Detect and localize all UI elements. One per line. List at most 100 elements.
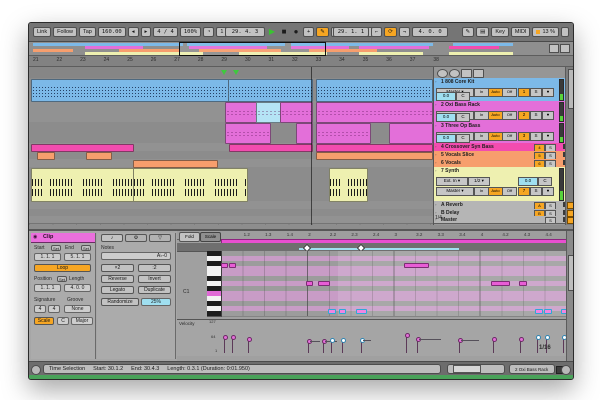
key-map-button[interactable]: Key bbox=[491, 27, 508, 37]
track-fold-icon[interactable]: ◦ bbox=[435, 202, 436, 207]
vertical-scrollbar[interactable] bbox=[568, 69, 574, 109]
loop-length-field[interactable]: 4. 0. 0 bbox=[412, 27, 448, 37]
clip-groove-select[interactable]: None bbox=[64, 305, 91, 313]
clip-end-set-button[interactable]: Set bbox=[81, 245, 91, 251]
track-header[interactable]: ◦MasterS bbox=[434, 216, 566, 224]
arrangement-clip[interactable] bbox=[31, 144, 134, 152]
clip-activator-icon[interactable]: ◉ bbox=[33, 234, 37, 240]
monitor-in-button[interactable]: In bbox=[474, 187, 489, 196]
track-volume-display[interactable]: 0.0 bbox=[436, 92, 456, 101]
clip-scale-toggle[interactable]: Scale bbox=[34, 317, 54, 325]
info-view-toggle[interactable] bbox=[31, 365, 41, 375]
locator-marker[interactable] bbox=[221, 70, 227, 75]
monitor-in-button[interactable]: In bbox=[474, 132, 489, 141]
velocity-head[interactable] bbox=[519, 337, 524, 342]
scale-fold-button[interactable]: Scale bbox=[200, 232, 221, 242]
monitor-auto-button[interactable]: Auto bbox=[488, 187, 503, 196]
track-volume-field[interactable]: 0.0 bbox=[518, 177, 538, 186]
send-control[interactable] bbox=[567, 217, 574, 224]
arm-button[interactable]: ● bbox=[542, 111, 554, 120]
reverse-button[interactable]: Reverse bbox=[101, 275, 134, 283]
velocity-head[interactable] bbox=[223, 335, 228, 340]
midi-note[interactable] bbox=[229, 263, 236, 268]
fold-button[interactable]: Fold bbox=[179, 232, 200, 242]
midi-note[interactable] bbox=[535, 309, 543, 314]
velocity-ramp-line[interactable] bbox=[363, 340, 371, 341]
draw-mode-button[interactable]: ✎ bbox=[462, 27, 475, 37]
clip-loop-toggle[interactable]: Loop bbox=[34, 264, 91, 272]
clip-scale-root-select[interactable]: C bbox=[57, 317, 69, 325]
clip-length-value[interactable]: 4. 0. 0 bbox=[64, 284, 91, 292]
punch-in-button[interactable]: ⌐ bbox=[371, 27, 382, 37]
midi-note[interactable] bbox=[318, 281, 330, 286]
track-fold-icon[interactable]: ◦ bbox=[435, 102, 436, 107]
mixer-toggle[interactable] bbox=[473, 69, 484, 78]
tab-notes[interactable]: ♪ bbox=[101, 234, 123, 242]
midi-note[interactable] bbox=[544, 309, 552, 314]
track-pan-display[interactable]: C bbox=[456, 134, 470, 143]
arrangement-clip[interactable] bbox=[228, 79, 313, 102]
arrangement-clip-area[interactable] bbox=[29, 67, 433, 225]
track-channel-select[interactable]: 1/2 ▾ bbox=[468, 177, 490, 186]
track-activator-button[interactable]: 7 bbox=[518, 187, 530, 196]
arrangement-clip[interactable] bbox=[316, 79, 433, 102]
clip-start-value[interactable]: 1. 1. 1 bbox=[34, 253, 61, 261]
monitor-in-button[interactable]: In bbox=[474, 88, 489, 97]
velocity-ramp-line[interactable] bbox=[310, 341, 320, 342]
loop-button[interactable]: ⟳ bbox=[384, 27, 397, 37]
velocity-head[interactable] bbox=[545, 335, 550, 340]
monitor-auto-button[interactable]: Auto bbox=[488, 111, 503, 120]
automation-arm-button[interactable]: ✎ bbox=[316, 27, 329, 37]
midi-note[interactable] bbox=[491, 281, 510, 286]
monitor-off-button[interactable]: Off bbox=[502, 88, 517, 97]
arrangement-view-toggle[interactable] bbox=[549, 44, 559, 53]
automation-mode-button[interactable] bbox=[461, 69, 472, 78]
hdd-overload-indicator[interactable] bbox=[561, 27, 569, 37]
track-returns-toggle[interactable] bbox=[449, 69, 460, 78]
track-header[interactable]: ◦7 SynthExt. In ▾1/2 ▾Master ▾InAutoOff7… bbox=[434, 167, 566, 202]
arrangement-overview[interactable] bbox=[29, 42, 573, 56]
tempo-field[interactable]: 160.00 bbox=[98, 27, 126, 37]
midi-note[interactable] bbox=[339, 309, 346, 314]
legato-button[interactable]: Legato bbox=[101, 286, 134, 294]
track-activator-button[interactable]: 2 bbox=[518, 111, 530, 120]
double-tempo-button[interactable]: ×2 bbox=[101, 264, 134, 272]
track-input-select[interactable]: Ext. In ▾ bbox=[436, 177, 468, 186]
randomize-button[interactable]: Randomize bbox=[101, 298, 139, 306]
arm-button[interactable]: ● bbox=[542, 88, 554, 97]
monitor-off-button[interactable]: Off bbox=[502, 187, 517, 196]
arrangement-clip[interactable] bbox=[133, 168, 248, 202]
track-header[interactable]: ◦1 808 Core KitMaster ▾InAutoOff1S●0.0C bbox=[434, 78, 566, 102]
invert-button[interactable]: Invert bbox=[138, 275, 171, 283]
piano-key[interactable] bbox=[207, 311, 222, 317]
track-header[interactable]: ◦3 Three Op BassMaster ▾InAutoOff3S●0.0C bbox=[434, 122, 566, 144]
monitor-off-button[interactable]: Off bbox=[502, 132, 517, 141]
arm-button[interactable]: ● bbox=[542, 187, 554, 196]
loop-start-field[interactable]: 29. 1. 1 bbox=[333, 27, 369, 37]
arrangement-clip[interactable] bbox=[316, 123, 371, 144]
velocity-head[interactable] bbox=[536, 335, 541, 340]
track-pan-display[interactable]: C bbox=[456, 92, 470, 101]
arrangement-clip[interactable] bbox=[225, 123, 271, 144]
zoom-display[interactable] bbox=[447, 364, 505, 374]
clip-signature-numerator[interactable]: 4 bbox=[34, 305, 46, 313]
tab-expression[interactable]: ▽ bbox=[149, 234, 171, 242]
velocity-head[interactable] bbox=[231, 335, 236, 340]
velocity-head[interactable] bbox=[341, 338, 346, 343]
arrangement-clip[interactable] bbox=[37, 152, 55, 160]
session-view-toggle[interactable] bbox=[560, 44, 570, 53]
groove-amount-field[interactable]: 100% bbox=[180, 27, 201, 37]
midi-note[interactable] bbox=[404, 263, 429, 268]
overview-view-box[interactable] bbox=[179, 42, 326, 56]
track-pan-field[interactable]: C bbox=[538, 177, 552, 186]
velocity-head[interactable] bbox=[492, 337, 497, 342]
locator-marker[interactable] bbox=[233, 70, 239, 75]
track-pan-display[interactable]: C bbox=[456, 113, 470, 122]
time-signature-field[interactable]: 4 / 4 bbox=[153, 27, 178, 37]
arrangement-clip[interactable] bbox=[316, 102, 433, 123]
nudge-down-button[interactable]: ◂ bbox=[128, 27, 139, 37]
arrangement-clip[interactable] bbox=[86, 152, 112, 160]
editor-vertical-scrollbar[interactable] bbox=[566, 231, 574, 361]
arrangement-clip[interactable] bbox=[316, 144, 433, 152]
midi-note[interactable] bbox=[519, 281, 527, 286]
